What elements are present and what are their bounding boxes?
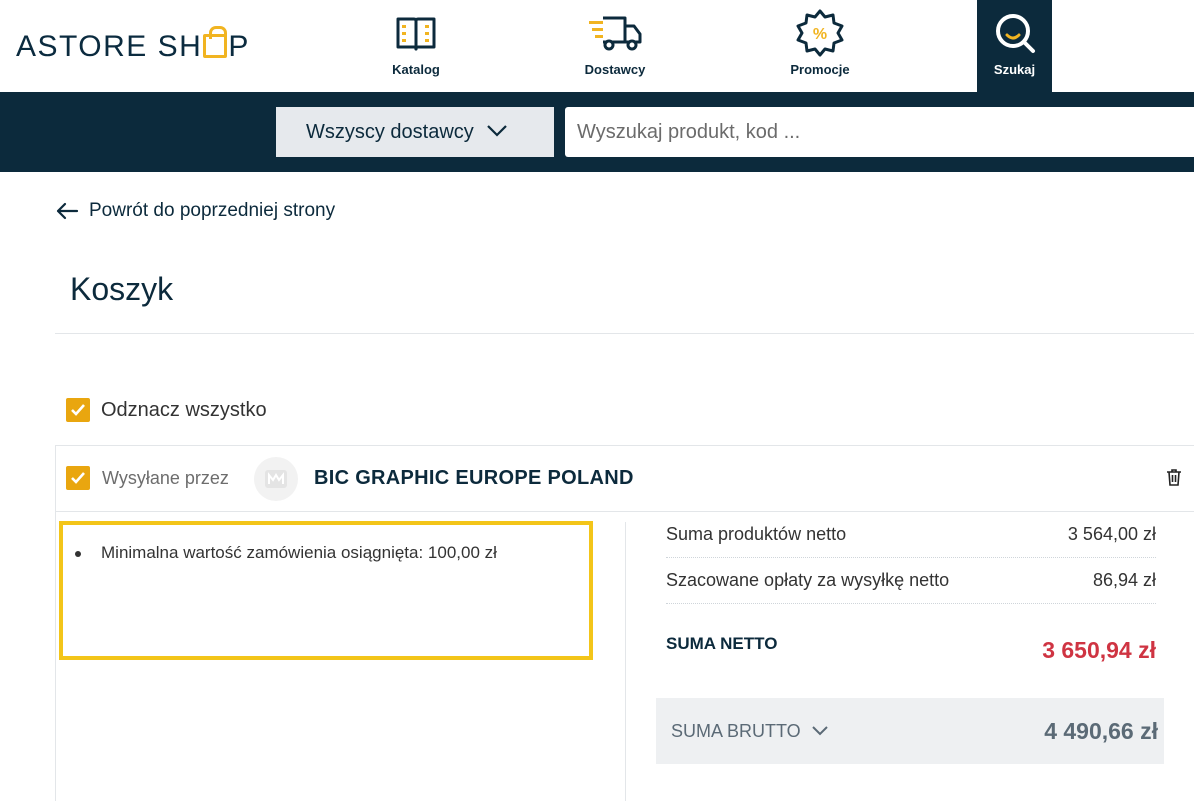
supplier-checkbox[interactable] xyxy=(66,466,90,490)
chevron-down-icon xyxy=(486,121,508,144)
nav-catalog-label: Katalog xyxy=(392,62,440,77)
total-gross-toggle[interactable]: SUMA BRUTTO 4 490,66 zł xyxy=(656,698,1164,764)
back-link[interactable]: Powrót do poprzedniej strony xyxy=(55,200,335,222)
supplier-logo xyxy=(254,457,298,501)
search-strip: Wszyscy dostawcy xyxy=(0,92,1194,172)
nav-search-label: Szukaj xyxy=(993,62,1036,77)
product-search-input[interactable] xyxy=(565,107,1194,157)
search-icon xyxy=(993,10,1037,56)
catalog-book-icon xyxy=(395,10,437,56)
total-net-label: SUMA NETTO xyxy=(666,634,778,653)
divider xyxy=(625,522,626,801)
select-all-toggle[interactable]: Odznacz wszystko xyxy=(66,398,267,422)
supplier-card-header: Wysyłane przez BIC GRAPHIC EUROPE POLAND xyxy=(56,446,1194,512)
nav-promotions-label: Promocje xyxy=(790,62,850,77)
select-all-label: Odznacz wszystko xyxy=(101,398,267,421)
check-icon xyxy=(71,472,85,484)
page-title: Koszyk xyxy=(70,271,174,307)
products-net-label: Suma produktów netto xyxy=(666,524,847,544)
chevron-down-icon xyxy=(811,726,828,736)
supplier-filter-value: Wszyscy dostawcy xyxy=(306,120,474,143)
back-link-label: Powrót do poprzedniej strony xyxy=(89,200,336,221)
sent-by-label: Wysyłane przez xyxy=(102,468,229,488)
supplier-filter-select[interactable]: Wszyscy dostawcy xyxy=(276,107,554,157)
nav-catalog[interactable]: Katalog xyxy=(380,0,452,92)
total-gross-label: SUMA BRUTTO xyxy=(671,720,801,741)
nav-suppliers[interactable]: Dostawcy xyxy=(573,0,657,92)
supplier-name[interactable]: BIC GRAPHIC EUROPE POLAND xyxy=(314,467,634,490)
top-header: ASTORE SH P Katalog Dostawcy % Promocje … xyxy=(0,0,1194,92)
astore-shop-logo[interactable]: ASTORE SH P xyxy=(16,26,250,64)
delivery-truck-icon xyxy=(587,10,643,56)
shipping-net-value: 86,94 zł xyxy=(1092,570,1156,590)
shipping-net-label: Szacowane opłaty za wysyłkę netto xyxy=(666,570,950,590)
nav-promotions[interactable]: % Promocje xyxy=(783,0,857,92)
supplier-cart-card: Wysyłane przez BIC GRAPHIC EUROPE POLAND… xyxy=(55,445,1194,801)
logo-text: ASTORE SH xyxy=(16,30,203,63)
total-net-value: 3 650,94 zł xyxy=(1042,636,1156,663)
select-all-checkbox[interactable] xyxy=(66,398,90,422)
divider xyxy=(55,333,1194,334)
arrow-left-icon xyxy=(56,202,79,220)
total-gross-value: 4 490,66 zł xyxy=(1044,717,1158,744)
order-summary: Suma produktów netto 3 564,00 zł Szacowa… xyxy=(666,512,1156,690)
total-net-row: SUMA NETTO 3 650,94 zł xyxy=(666,604,1156,690)
promo-badge-icon: % xyxy=(796,9,844,57)
svg-text:%: % xyxy=(813,26,827,43)
shopping-bag-icon xyxy=(203,26,228,58)
shipping-net-row: Szacowane opłaty za wysyłkę netto 86,94 … xyxy=(666,558,1156,604)
order-minimum-notice: Minimalna wartość zamówienia osiągnięta:… xyxy=(59,521,593,660)
nav-suppliers-label: Dostawcy xyxy=(584,62,646,77)
trash-icon[interactable] xyxy=(1166,468,1182,491)
products-net-value: 3 564,00 zł xyxy=(1067,524,1156,544)
nav-search[interactable]: Szukaj xyxy=(977,0,1052,92)
check-icon xyxy=(71,404,85,416)
logo-text-end: P xyxy=(228,30,250,63)
products-net-row: Suma produktów netto 3 564,00 zł xyxy=(666,512,1156,558)
notice-item: Minimalna wartość zamówienia osiągnięta:… xyxy=(75,543,589,563)
